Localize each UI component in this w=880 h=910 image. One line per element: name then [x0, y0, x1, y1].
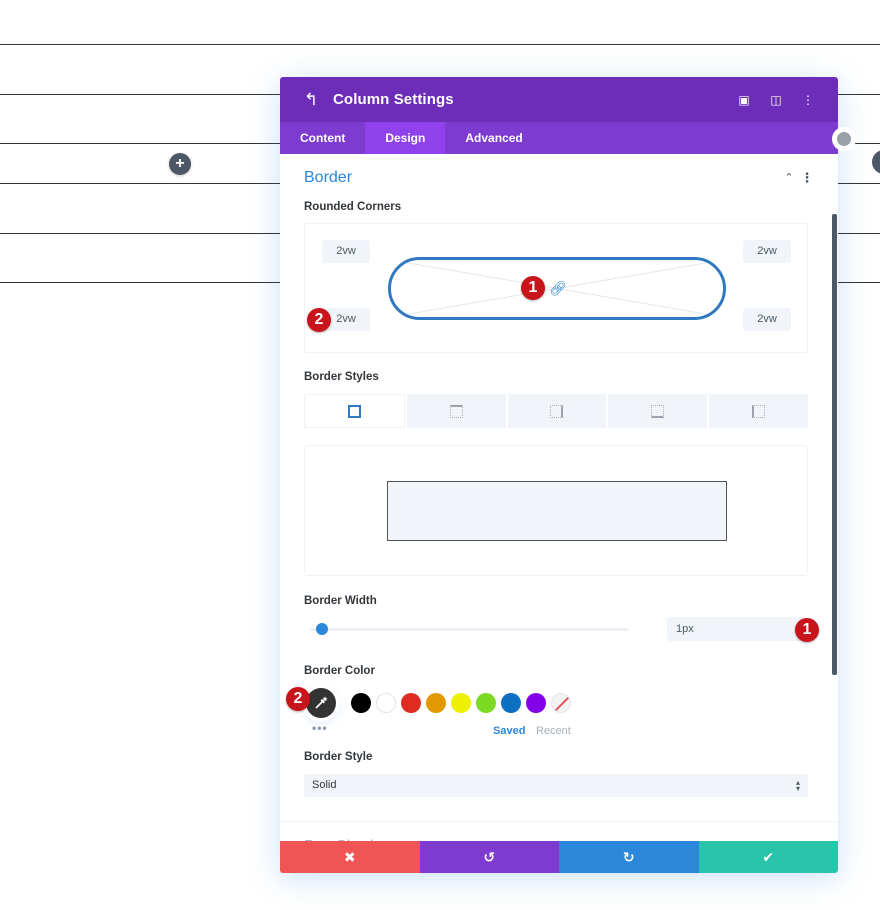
- tab-design[interactable]: Design: [365, 122, 446, 154]
- select-arrows-icon: ▴ ▾: [795, 778, 800, 793]
- annotation-badge: 2: [307, 308, 331, 332]
- color-swatch[interactable]: [351, 693, 371, 713]
- palette-row: ••• Saved Recent: [304, 721, 814, 743]
- color-swatch[interactable]: [501, 693, 521, 713]
- border-width-label: Border Width: [304, 595, 377, 607]
- border-style-all-tab[interactable]: [304, 394, 405, 428]
- border-width-slider-handle[interactable]: [316, 623, 329, 635]
- modal-title: Column Settings: [333, 91, 454, 108]
- section-divider: [0, 44, 880, 45]
- color-swatch[interactable]: [426, 693, 446, 713]
- border-right-icon: [550, 404, 564, 418]
- border-style-value: Solid: [312, 779, 337, 791]
- checkmark-icon: ✔: [762, 848, 775, 865]
- recent-colors-tab[interactable]: Recent: [536, 725, 571, 737]
- globe-icon: [837, 132, 851, 146]
- tab-content[interactable]: Content: [280, 122, 365, 154]
- border-width-slider-track[interactable]: [310, 628, 628, 631]
- border-width-input[interactable]: 1px: [667, 617, 808, 641]
- corner-top-left-input[interactable]: 2vw: [322, 240, 370, 263]
- color-swatch[interactable]: [401, 693, 421, 713]
- annotation-badge: 1: [521, 276, 545, 300]
- border-left-icon: [752, 404, 766, 418]
- redo-icon: ↻: [622, 848, 635, 865]
- border-color-label: Border Color: [304, 665, 375, 677]
- border-style-left-tab[interactable]: [709, 394, 808, 428]
- border-preview-box: [387, 481, 727, 541]
- redo-button[interactable]: ↻: [559, 841, 699, 873]
- more-colors-icon[interactable]: •••: [312, 721, 328, 735]
- border-style-bottom-tab[interactable]: [608, 394, 708, 428]
- rounded-corners-label: Rounded Corners: [304, 201, 402, 213]
- border-style-select[interactable]: Solid ▴ ▾: [304, 774, 808, 797]
- settings-body: Border ⌃ ⋮ Rounded Corners 2vw 2vw 2vw 2…: [280, 154, 838, 841]
- column-settings-modal: ↰ Column Settings ▣ ◫ ⋮ Content Design A…: [280, 77, 838, 873]
- border-bottom-icon: [651, 404, 665, 418]
- saved-colors-tab[interactable]: Saved: [493, 725, 525, 737]
- global-module-button[interactable]: [832, 127, 856, 151]
- border-width-control: 1px 1: [304, 615, 819, 645]
- corner-top-right-input[interactable]: 2vw: [743, 240, 791, 263]
- focus-mode-icon[interactable]: ▣: [728, 93, 760, 107]
- modal-header: ↰ Column Settings ▣ ◫ ⋮: [280, 77, 838, 122]
- tab-advanced[interactable]: Advanced: [445, 122, 542, 154]
- border-top-icon: [449, 404, 463, 418]
- add-row-button[interactable]: +: [169, 153, 191, 175]
- border-preview: [304, 445, 808, 576]
- page-canvas: + ↰ Column Settings ▣ ◫ ⋮ Content Design…: [0, 0, 880, 910]
- cancel-button[interactable]: ✖: [280, 841, 420, 873]
- border-style-top-tab[interactable]: [406, 394, 506, 428]
- section-divider: [280, 821, 838, 822]
- save-button[interactable]: ✔: [698, 841, 838, 873]
- color-swatch[interactable]: [451, 693, 471, 713]
- undo-icon: ↺: [483, 848, 496, 865]
- section-title: Border: [304, 168, 353, 186]
- link-corners-icon[interactable]: 🔗︎: [549, 280, 567, 297]
- scrollbar[interactable]: [832, 214, 837, 675]
- color-swatch[interactable]: [476, 693, 496, 713]
- more-options-icon[interactable]: ⋮: [792, 93, 824, 107]
- close-icon: ✖: [343, 848, 356, 865]
- border-styles-tabs: [304, 394, 808, 428]
- border-style-label: Border Style: [304, 751, 373, 763]
- annotation-badge: 2: [286, 687, 310, 711]
- section-more-icon[interactable]: ⋮: [800, 170, 814, 186]
- border-styles-label: Border Styles: [304, 371, 379, 383]
- border-all-icon: [347, 404, 361, 418]
- back-icon[interactable]: ↰: [304, 90, 324, 110]
- annotation-badge: 1: [795, 618, 819, 642]
- color-swatch[interactable]: [526, 693, 546, 713]
- eyedropper-icon: [315, 697, 327, 709]
- side-action-button[interactable]: [872, 150, 880, 174]
- color-swatch[interactable]: [376, 693, 396, 713]
- border-section-header[interactable]: Border ⌃ ⋮: [304, 154, 814, 201]
- modal-footer: ✖ ↺ ↻ ✔: [280, 841, 838, 873]
- chevron-up-icon[interactable]: ⌃: [782, 171, 796, 184]
- modal-tabs: Content Design Advanced: [280, 122, 838, 154]
- no-color-swatch[interactable]: [551, 693, 571, 713]
- border-color-picker: 2: [286, 687, 814, 723]
- border-style-right-tab[interactable]: [507, 394, 607, 428]
- rounded-corners-control: 2vw 2vw 2vw 2vw 🔗︎ 1 2: [304, 223, 808, 353]
- undo-button[interactable]: ↺: [419, 841, 559, 873]
- corner-bottom-right-input[interactable]: 2vw: [743, 308, 791, 331]
- eyedropper-button[interactable]: [306, 688, 336, 718]
- split-view-icon[interactable]: ◫: [760, 93, 792, 107]
